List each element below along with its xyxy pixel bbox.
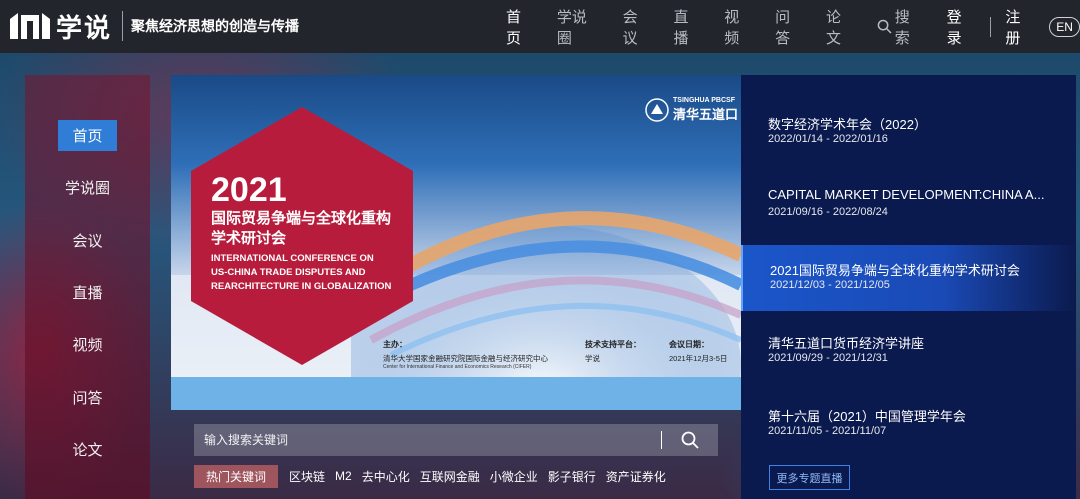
sidebar-item-home[interactable]: 首页 [25,120,150,151]
event-title: CAPITAL MARKET DEVELOPMENT:CHINA A... [768,187,1045,202]
nav-item-home[interactable]: 首页 [506,6,536,48]
nav-item-qa[interactable]: 问答 [775,6,805,48]
event-list: 数字经济学术年会（2022） 2022/01/14 - 2022/01/16 C… [741,75,1076,499]
nav-search-label: 搜索 [894,8,910,47]
hot-keyword[interactable]: M2 [335,469,352,483]
event-title: 第十六届（2021）中国管理学年会 [768,409,966,424]
tech-label: 技术支持平台： [585,340,641,349]
search-icon [877,19,892,34]
event-title: 清华五道口货币经济学讲座 [768,336,925,351]
nav-search[interactable]: 搜索 [877,6,925,48]
search-button[interactable] [662,424,718,456]
hot-keyword[interactable]: 影子银行 [548,468,596,485]
event-date: 2021/11/05 - 2021/11/07 [768,425,887,437]
hot-keyword[interactable]: 区块链 [289,468,325,485]
event-title: 数字经济学术年会（2022） [768,117,927,132]
nav-divider [990,16,992,37]
event-item[interactable]: CAPITAL MARKET DEVELOPMENT:CHINA A... 20… [741,172,1076,238]
banner-title-en: INTERNATIONAL CONFERENCE ON US-CHINA TRA… [211,253,392,292]
search-input[interactable] [194,424,661,456]
logo-text: 学说 [56,12,113,43]
event-item[interactable]: 第十六届（2021）中国管理学年会 2021/11/05 - 2021/11/0… [741,391,1076,457]
sidebar-item-circle[interactable]: 学说圈 [25,177,150,198]
sidebar-item-video[interactable]: 视频 [25,334,150,355]
event-item[interactable]: 数字经济学术年会（2022） 2022/01/14 - 2022/01/16 [741,99,1076,165]
host-sub: Center for International Finance and Eco… [383,364,532,370]
event-date: 2021/09/16 - 2022/08/24 [768,206,888,218]
host-label: 主办： [383,340,407,349]
site-slogan: 聚焦经济思想的创造与传播 [131,18,300,34]
host-value: 清华大学国家金融研究院国际金融与经济研究中心 [383,354,548,363]
sidebar-item-live[interactable]: 直播 [25,282,150,303]
sidebar-item-qa[interactable]: 问答 [25,387,150,408]
event-date: 2022/01/14 - 2022/01/16 [768,133,888,145]
sidebar-item-conference[interactable]: 会议 [25,230,150,251]
logo-divider [122,11,124,41]
nav-item-live[interactable]: 直播 [673,6,703,48]
hot-keyword[interactable]: 小微企业 [490,468,538,485]
search-bar [194,424,718,456]
logo-mark-icon [10,13,50,39]
event-item-active[interactable]: 2021国际贸易争端与全球化重构学术研讨会 2021/12/03 - 2021/… [741,245,1076,311]
featured-banner[interactable]: 2021 国际贸易争端与全球化重构 学术研讨会 INTERNATIONAL CO… [171,75,741,410]
more-live-topics-button[interactable]: 更多专题直播 [769,465,850,490]
nav-item-circle[interactable]: 学说圈 [557,6,602,48]
register-link[interactable]: 注册 [1005,6,1035,48]
tsinghua-logo: TSINGHUA PBCSF 清华五道口 [645,97,738,123]
hot-keyword[interactable]: 去中心化 [362,468,410,485]
sidebar: 首页 学说圈 会议 直播 视频 问答 论文 [25,75,150,499]
hot-keywords-label: 热门关键词 [194,464,279,488]
hot-keyword[interactable]: 互联网金融 [420,468,480,485]
date-value: 2021年12月3-5日 [669,354,728,363]
nav-item-video[interactable]: 视频 [724,6,754,48]
tsinghua-emblem-icon [645,98,669,122]
event-date: 2021/12/03 - 2021/12/05 [770,279,890,291]
nav-item-conference[interactable]: 会议 [623,6,653,48]
event-title: 2021国际贸易争端与全球化重构学术研讨会 [770,263,1020,278]
event-date: 2021/09/29 - 2021/12/31 [768,352,888,364]
tech-value: 学说 [585,354,600,363]
banner-year: 2021 [211,171,287,209]
top-navbar: 学说 聚焦经济思想的创造与传播 首页 学说圈 会议 直播 视频 问答 论文 搜索… [0,0,1080,53]
banner-title-cn: 国际贸易争端与全球化重构 学术研讨会 [211,210,392,247]
event-item[interactable]: 清华五道口货币经济学讲座 2021/09/29 - 2021/12/31 [741,318,1076,384]
site-logo[interactable]: 学说 聚焦经济思想的创造与传播 [8,10,300,43]
date-label: 会议日期： [669,340,709,349]
nav-item-papers[interactable]: 论文 [826,6,856,48]
search-icon [681,431,699,449]
language-toggle[interactable]: EN [1049,16,1080,37]
hot-keywords: 热门关键词 区块链 M2 去中心化 互联网金融 小微企业 影子银行 资产证券化 [194,464,676,488]
login-link[interactable]: 登录 [947,6,977,48]
main-nav: 首页 学说圈 会议 直播 视频 问答 论文 搜索 登录 注册 EN [506,0,1080,53]
sidebar-item-papers[interactable]: 论文 [25,439,150,460]
hot-keyword[interactable]: 资产证券化 [606,468,666,485]
banner-bottom-strip [171,377,741,410]
